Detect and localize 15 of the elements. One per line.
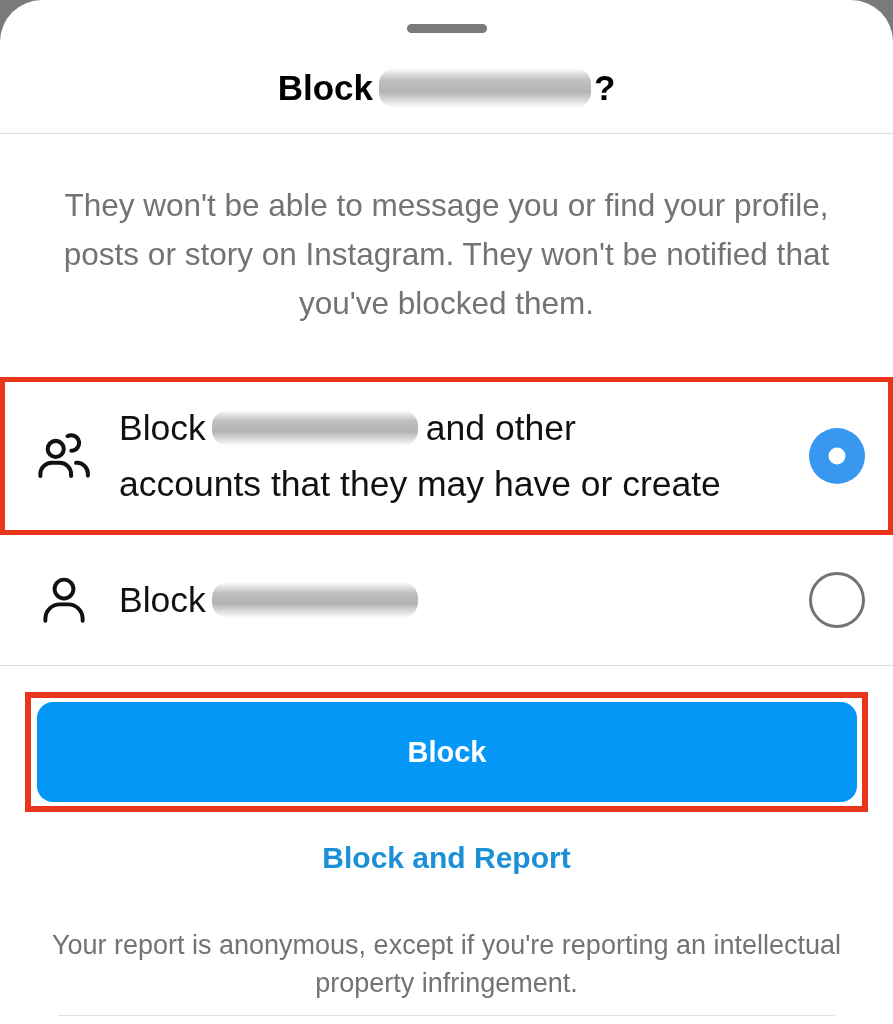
people-icon [38,433,90,479]
option-label: Block [119,407,206,450]
text-link[interactable]: Block and Report [318,838,575,878]
option-label: accounts that they may have or create [119,463,721,506]
title-text: ? [593,68,616,108]
radio-button[interactable] [809,428,865,484]
option-row[interactable]: Block [0,535,893,665]
radio-button[interactable] [809,572,865,628]
drag-handle[interactable] [406,24,487,33]
title-text: Block [277,68,373,108]
option-label: and other [425,407,576,450]
option-label: Block [119,579,206,622]
option-row[interactable]: Block and other accounts that they may have or create [0,377,893,535]
description-text: They won't be able to message you or find your profile, posts or story on Instagram. They won't be notified that you've blocked them. [62,186,831,323]
footnote-text: Your report is anonymous, except if you're reporting an intellectual property infringement. [50,929,843,1000]
